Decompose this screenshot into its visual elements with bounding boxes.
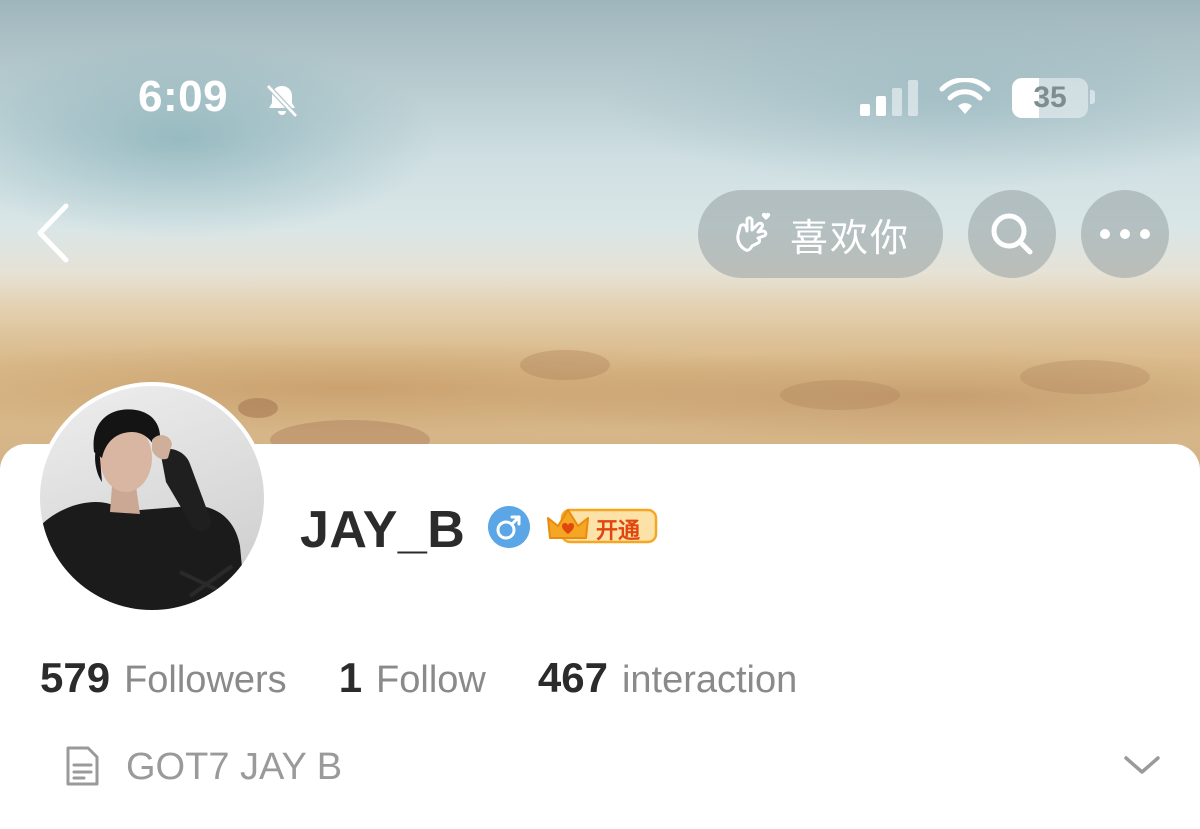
cellular-signal-icon	[860, 80, 920, 116]
search-icon	[991, 213, 1033, 255]
interaction-count: 467	[537, 654, 608, 701]
banner-sand-spot	[1020, 360, 1150, 394]
follow-count: 1	[338, 654, 363, 701]
banner-sand-spot	[780, 380, 900, 410]
profile-bio: GOT7 JAY B	[126, 746, 343, 788]
banner-sand-spot	[238, 398, 278, 418]
battery-tip	[1090, 90, 1095, 104]
follow-stat[interactable]: 1 Follow	[339, 654, 486, 702]
wifi-icon	[939, 78, 991, 114]
finger-heart-hand-icon	[736, 212, 771, 252]
bell-slash-icon	[266, 84, 298, 118]
follow-label: Follow	[376, 659, 486, 701]
vip-badge-label: 开通	[596, 519, 641, 544]
search-button[interactable]	[968, 190, 1056, 278]
followers-label: Followers	[124, 659, 287, 701]
profile-stats: 579 Followers 1 Follow 467 interaction	[40, 654, 849, 702]
status-time: 6:09	[138, 72, 229, 121]
interaction-label: interaction	[621, 659, 798, 701]
avatar-photo	[40, 386, 264, 610]
battery-icon: 35	[1012, 78, 1088, 118]
chevron-left-icon[interactable]	[30, 198, 80, 268]
avatar[interactable]	[36, 382, 268, 614]
followers-count: 579	[40, 654, 111, 701]
document-icon	[66, 746, 99, 786]
followers-stat[interactable]: 579 Followers	[40, 654, 287, 702]
like-button-label: 喜欢你	[790, 215, 911, 260]
male-symbol-icon	[488, 506, 530, 548]
avatar-portrait-image	[40, 409, 246, 610]
battery-level: 35	[1033, 81, 1067, 114]
more-button[interactable]	[1081, 190, 1169, 278]
more-horizontal-icon	[1100, 229, 1150, 239]
chevron-down-icon[interactable]	[1122, 750, 1162, 780]
banner-sand-spot	[520, 350, 610, 380]
like-you-button[interactable]: 喜欢你	[698, 190, 943, 278]
interaction-stat[interactable]: 467 interaction	[538, 654, 797, 702]
profile-username: JAY_B	[300, 501, 466, 559]
